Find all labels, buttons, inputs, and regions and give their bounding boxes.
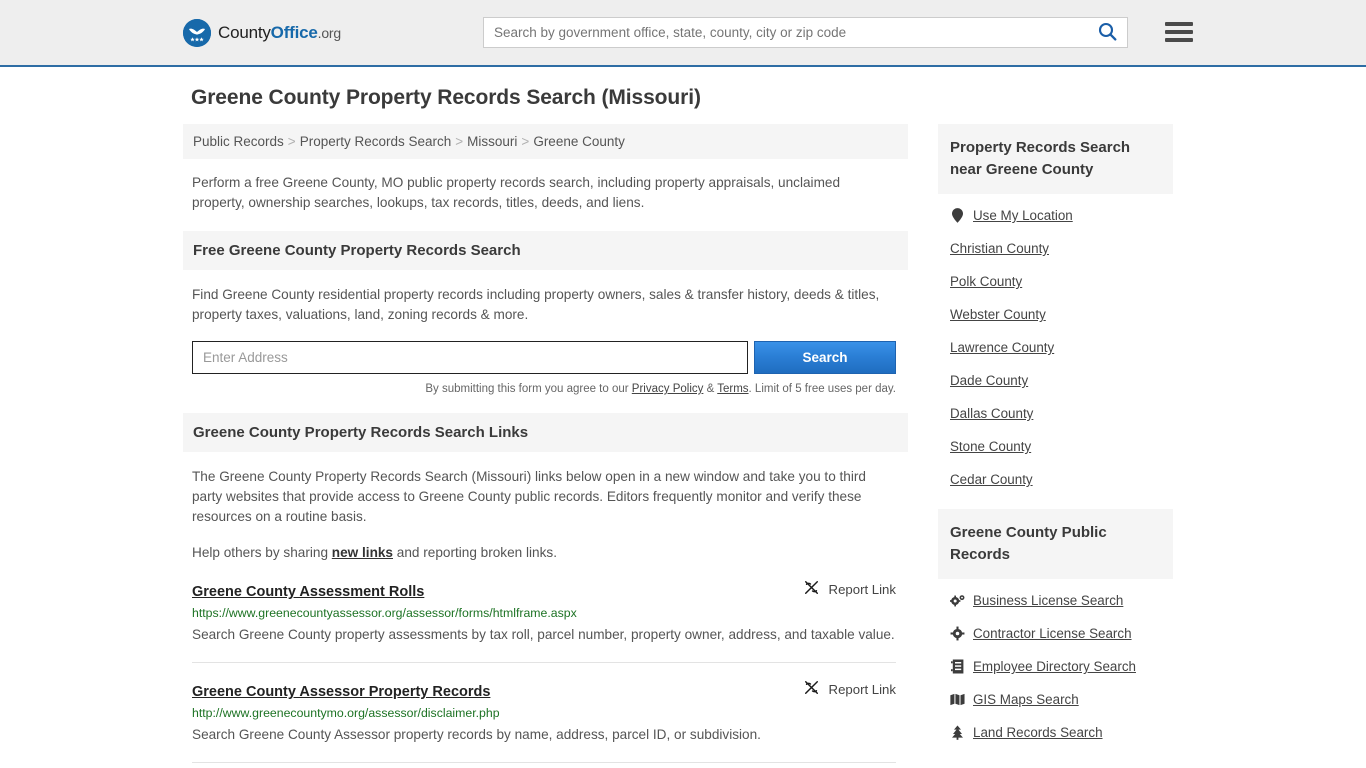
free-search-description: Find Greene County residential property … bbox=[192, 287, 880, 322]
page-title: Greene County Property Records Search (M… bbox=[191, 86, 701, 109]
sidebar-link-label[interactable]: Dade County bbox=[950, 373, 1028, 388]
report-link-label: Report Link bbox=[828, 681, 896, 697]
free-search-heading: Free Greene County Property Records Sear… bbox=[183, 231, 908, 270]
sidebar-item-webster-county[interactable]: Webster County bbox=[950, 307, 1173, 322]
hamburger-bar bbox=[1165, 22, 1193, 26]
sidebar-item-polk-county[interactable]: Polk County bbox=[950, 274, 1173, 289]
result-divider bbox=[192, 662, 896, 663]
sidebar-item-dallas-county[interactable]: Dallas County bbox=[950, 406, 1173, 421]
breadcrumb-separator: > bbox=[287, 134, 296, 149]
result-url: https://www.greenecountyassessor.org/ass… bbox=[192, 606, 577, 620]
sidebar-link-label[interactable]: Land Records Search bbox=[973, 725, 1103, 740]
public-records-panel: Greene County Public Records Business Li… bbox=[938, 509, 1173, 740]
breadcrumb-item-missouri[interactable]: Missouri bbox=[467, 134, 517, 149]
result-url: http://www.greenecountymo.org/assessor/d… bbox=[192, 706, 500, 720]
logo-text-office: Office bbox=[270, 22, 318, 42]
sidebar-item-contractor-license-search[interactable]: Contractor License Search bbox=[950, 626, 1173, 641]
broken-link-icon bbox=[803, 679, 820, 699]
result-item: Greene County Assessor Property Records … bbox=[192, 679, 908, 747]
sidebar-item-dade-county[interactable]: Dade County bbox=[950, 373, 1173, 388]
links-section-paragraph: The Greene County Property Records Searc… bbox=[192, 469, 866, 524]
address-search-form: Search bbox=[192, 341, 908, 374]
breadcrumb-item-greene-county[interactable]: Greene County bbox=[533, 134, 625, 149]
global-search-button[interactable] bbox=[1087, 18, 1127, 47]
result-item: Greene County Assessment Rolls Report Li… bbox=[192, 579, 908, 647]
breadcrumb-separator: > bbox=[455, 134, 464, 149]
address-book-icon bbox=[950, 659, 965, 674]
terms-link[interactable]: Terms bbox=[717, 383, 748, 395]
hamburger-bar bbox=[1165, 38, 1193, 42]
sidebar-link-label[interactable]: Dallas County bbox=[950, 406, 1033, 421]
form-disclaimer: By submitting this form you agree to our… bbox=[183, 383, 896, 395]
sidebar-link-label[interactable]: Lawrence County bbox=[950, 340, 1054, 355]
nearby-counties-panel: Property Records Search near Greene Coun… bbox=[938, 124, 1173, 487]
logo-text-county: County bbox=[218, 22, 271, 42]
nearby-counties-heading: Property Records Search near Greene Coun… bbox=[938, 124, 1173, 194]
sidebar-item-use-my-location[interactable]: Use My Location bbox=[950, 208, 1173, 223]
logo-text-org: .org bbox=[317, 24, 342, 41]
disclaimer-prefix: By submitting this form you agree to our bbox=[425, 383, 632, 395]
sidebar-item-employee-directory-search[interactable]: Employee Directory Search bbox=[950, 659, 1173, 674]
result-description: Search Greene County Assessor property r… bbox=[192, 727, 761, 742]
site-header: CountyOffice.org bbox=[0, 0, 1366, 67]
report-link-button[interactable]: Report Link bbox=[788, 579, 896, 599]
sidebar-link-label[interactable]: Business License Search bbox=[973, 593, 1123, 608]
global-search-bar bbox=[483, 17, 1128, 48]
breadcrumb-item-property-records-search[interactable]: Property Records Search bbox=[300, 134, 452, 149]
links-section-heading: Greene County Property Records Search Li… bbox=[183, 413, 908, 452]
site-logo-text: CountyOffice.org bbox=[218, 23, 341, 43]
breadcrumb-separator: > bbox=[521, 134, 530, 149]
disclaimer-suffix: . Limit of 5 free uses per day. bbox=[748, 383, 896, 395]
tree-icon bbox=[950, 725, 965, 740]
sidebar-link-label[interactable]: Christian County bbox=[950, 241, 1049, 256]
sidebar-link-label[interactable]: Cedar County bbox=[950, 472, 1033, 487]
map-pin-icon bbox=[950, 208, 965, 223]
sidebar-link-label[interactable]: Stone County bbox=[950, 439, 1031, 454]
global-search-input[interactable] bbox=[484, 18, 1087, 47]
broken-link-icon bbox=[803, 579, 820, 599]
main-content: Public Records > Property Records Search > M… bbox=[183, 124, 908, 768]
eagle-stars-logo-icon bbox=[183, 18, 211, 47]
sidebar-item-cedar-county[interactable]: Cedar County bbox=[950, 472, 1173, 487]
breadcrumb: Public Records > Property Records Search > M… bbox=[183, 124, 908, 159]
disclaimer-amp: & bbox=[703, 383, 718, 395]
help-suffix: and reporting broken links. bbox=[393, 545, 557, 560]
links-section-help: Help others by sharing new links and rep… bbox=[192, 543, 908, 563]
address-search-button[interactable]: Search bbox=[754, 341, 896, 374]
report-link-label: Report Link bbox=[828, 581, 896, 597]
address-search-input[interactable] bbox=[192, 341, 748, 374]
map-icon bbox=[950, 693, 965, 706]
sidebar: Property Records Search near Greene Coun… bbox=[938, 124, 1173, 762]
sidebar-item-gis-maps-search[interactable]: GIS Maps Search bbox=[950, 692, 1173, 707]
gears-icon bbox=[950, 594, 965, 608]
sidebar-item-christian-county[interactable]: Christian County bbox=[950, 241, 1173, 256]
privacy-policy-link[interactable]: Privacy Policy bbox=[632, 383, 704, 395]
report-link-button[interactable]: Report Link bbox=[788, 679, 896, 699]
sidebar-item-land-records-search[interactable]: Land Records Search bbox=[950, 725, 1173, 740]
page-intro-text: Perform a free Greene County, MO public … bbox=[192, 175, 841, 210]
site-logo[interactable]: CountyOffice.org bbox=[183, 18, 341, 47]
breadcrumb-item-public-records[interactable]: Public Records bbox=[193, 134, 284, 149]
result-divider bbox=[192, 762, 896, 763]
sidebar-item-stone-county[interactable]: Stone County bbox=[950, 439, 1173, 454]
help-prefix: Help others by sharing bbox=[192, 545, 332, 560]
sidebar-link-label[interactable]: Employee Directory Search bbox=[973, 659, 1136, 674]
magnifier-icon bbox=[1098, 22, 1117, 44]
page-container: Greene County Property Records Search (M… bbox=[183, 67, 1183, 768]
result-title-link[interactable]: Greene County Assessment Rolls bbox=[192, 584, 424, 600]
hamburger-menu-icon[interactable] bbox=[1165, 19, 1193, 45]
sidebar-link-label[interactable]: Polk County bbox=[950, 274, 1022, 289]
result-description: Search Greene County property assessment… bbox=[192, 627, 895, 642]
sidebar-link-label[interactable]: Contractor License Search bbox=[973, 626, 1132, 641]
sidebar-link-label[interactable]: Webster County bbox=[950, 307, 1046, 322]
sidebar-link-label[interactable]: GIS Maps Search bbox=[973, 692, 1079, 707]
sidebar-item-lawrence-county[interactable]: Lawrence County bbox=[950, 340, 1173, 355]
result-title-link[interactable]: Greene County Assessor Property Records bbox=[192, 684, 490, 700]
hamburger-bar bbox=[1165, 30, 1193, 34]
sidebar-link-label[interactable]: Use My Location bbox=[973, 208, 1073, 223]
sidebar-item-business-license-search[interactable]: Business License Search bbox=[950, 593, 1173, 608]
gear-icon bbox=[950, 626, 965, 641]
public-records-heading: Greene County Public Records bbox=[938, 509, 1173, 579]
new-links-link[interactable]: new links bbox=[332, 545, 393, 560]
